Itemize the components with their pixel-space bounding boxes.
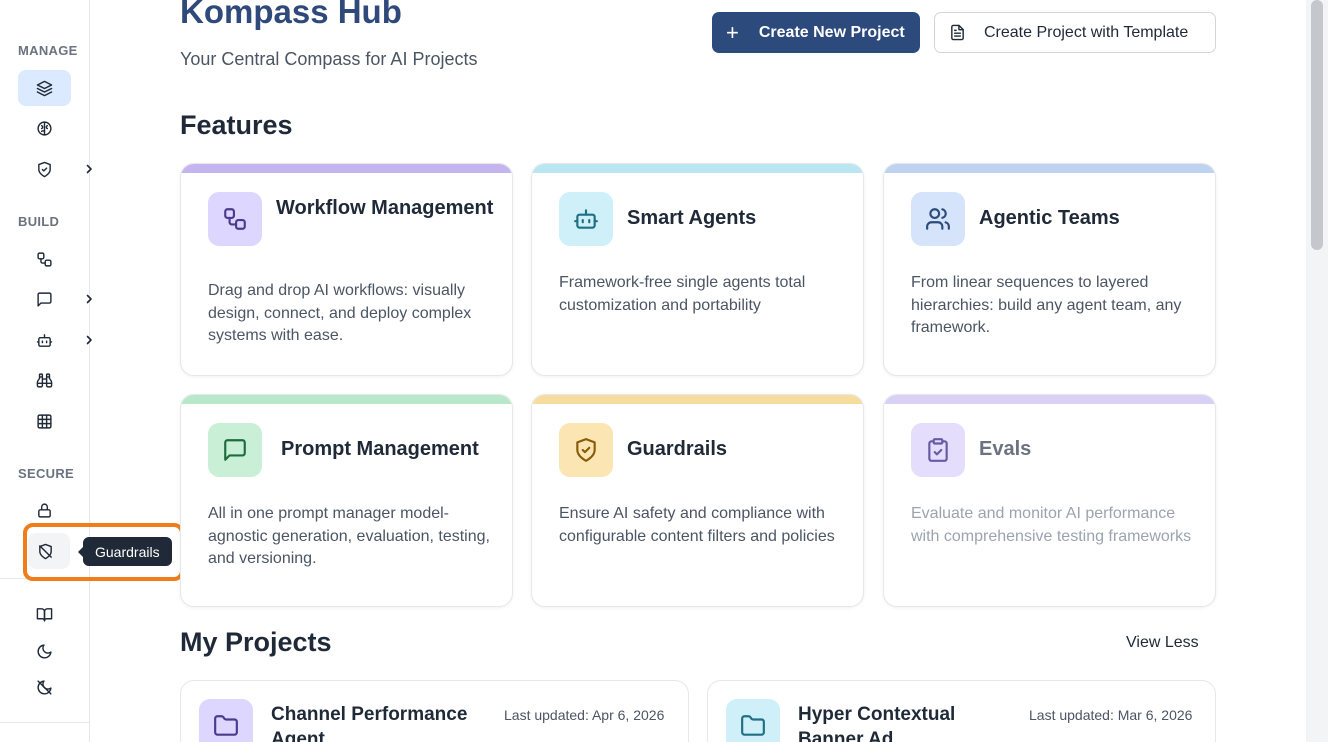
plus-icon: +	[726, 19, 739, 45]
card-title: Prompt Management	[281, 438, 479, 460]
card-accent-bar	[884, 164, 1215, 173]
page-subtitle: Your Central Compass for AI Projects	[180, 49, 478, 69]
layers-icon	[36, 80, 53, 96]
sidebar-item-prompts[interactable]	[18, 281, 92, 317]
table-grid-icon	[37, 413, 52, 429]
project-last-updated: Last updated: Mar 6, 2026	[1029, 707, 1193, 723]
chevron-right-icon	[86, 164, 92, 174]
project-icon-box	[199, 699, 253, 742]
project-last-updated: Last updated: Apr 6, 2026	[504, 707, 665, 723]
card-title: Guardrails	[627, 438, 728, 460]
sidebar-item-datasets[interactable]	[18, 403, 71, 439]
folder-icon	[214, 715, 238, 736]
section-label-manage: MANAGE	[18, 43, 78, 58]
sidebar-item-security-policies[interactable]	[18, 151, 92, 187]
moon-off-icon	[37, 679, 52, 695]
lock-icon	[38, 502, 51, 518]
card-accent-bar	[532, 395, 863, 404]
card-description: Framework-free single agents total custo…	[559, 274, 806, 314]
card-description: All in one prompt manager model-agnostic…	[208, 505, 490, 567]
project-card[interactable]: Channel Performance Agent Last updated: …	[180, 680, 689, 742]
card-icon-box	[911, 423, 965, 477]
create-project-with-template-button[interactable]: Create Project with Template	[934, 12, 1216, 53]
card-description: From linear sequences to layered hierarc…	[911, 274, 1182, 336]
card-title: Evals	[979, 438, 1032, 460]
chevron-right-icon	[86, 335, 92, 345]
project-name: Hyper Contextual Banner Ad	[798, 704, 956, 742]
file-text-icon	[951, 24, 964, 41]
card-icon-box	[911, 192, 965, 246]
card-icon-box	[559, 192, 613, 246]
page-title: Kompass Hub	[180, 0, 402, 30]
card-icon-box	[208, 423, 262, 477]
chevron-right-icon	[86, 294, 92, 304]
message-square-icon	[37, 291, 52, 307]
feature-card-evals[interactable]: Evals Evaluate and monitor AI performanc…	[883, 394, 1216, 607]
card-title: Smart Agents	[627, 207, 757, 229]
users-icon	[926, 208, 950, 230]
shield-check-icon	[576, 438, 596, 462]
features-heading: Features	[180, 110, 293, 140]
feature-card-guardrails[interactable]: Guardrails Ensure AI safety and complian…	[531, 394, 864, 607]
card-accent-bar	[181, 395, 512, 404]
brain-icon	[37, 120, 52, 136]
card-icon-box	[208, 192, 262, 246]
card-description: Drag and drop AI workflows: visually des…	[208, 282, 472, 344]
create-new-project-label: Create New Project	[758, 23, 905, 41]
card-accent-bar	[884, 395, 1215, 404]
feature-card-agentic-teams[interactable]: Agentic Teams From linear sequences to l…	[883, 163, 1216, 376]
sidebar-item-dark-mode[interactable]	[18, 633, 71, 669]
book-open-icon	[36, 607, 53, 622]
bot-icon	[36, 333, 53, 347]
binoculars-icon	[36, 372, 53, 388]
sidebar-item-workflows[interactable]	[18, 241, 71, 277]
feature-card-workflow-management[interactable]: Workflow Management Drag and drop AI wor…	[180, 163, 513, 376]
project-name: Channel Performance Agent	[271, 704, 468, 742]
folder-icon	[741, 715, 765, 736]
bot-icon	[574, 209, 598, 229]
clipboard-check-icon	[928, 438, 948, 462]
create-new-project-button[interactable]: + Create New Project	[712, 12, 920, 53]
project-card[interactable]: Hyper Contextual Banner Ad Last updated:…	[707, 680, 1216, 742]
card-title: Workflow Management	[276, 197, 494, 219]
section-label-build: BUILD	[18, 214, 60, 229]
sidebar-item-docs[interactable]	[18, 596, 71, 632]
shield-check-icon	[38, 161, 51, 177]
card-description: Evaluate and monitor AI performance with…	[911, 505, 1192, 545]
my-projects-heading: My Projects	[180, 627, 332, 657]
section-label-secure: SECURE	[18, 466, 74, 481]
sidebar-item-auto-theme[interactable]	[18, 669, 71, 705]
sidebar: MANAGE BUILD SECURE	[0, 0, 92, 742]
project-icon-box	[726, 699, 780, 742]
feature-card-prompt-management[interactable]: Prompt Management All in one prompt mana…	[180, 394, 513, 607]
sidebar-item-agents[interactable]	[18, 322, 92, 358]
guardrails-tooltip: Guardrails	[78, 537, 172, 566]
card-title: Agentic Teams	[979, 207, 1120, 229]
scrollbar-thumb[interactable]	[1311, 0, 1323, 250]
sidebar-item-models[interactable]	[18, 110, 71, 146]
view-less-link[interactable]: View Less	[1126, 634, 1199, 652]
sidebar-divider-bottom	[0, 722, 90, 723]
message-square-icon	[224, 439, 246, 461]
card-icon-box	[559, 423, 613, 477]
moon-icon	[37, 643, 52, 658]
card-accent-bar	[181, 164, 512, 173]
workflow-icon	[37, 251, 52, 267]
sidebar-item-observability[interactable]	[18, 362, 71, 398]
sidebar-item-projects[interactable]	[18, 70, 71, 106]
workflow-icon	[224, 208, 246, 230]
feature-card-smart-agents[interactable]: Smart Agents Framework-free single agent…	[531, 163, 864, 376]
create-project-with-template-label: Create Project with Template	[984, 23, 1189, 41]
card-description: Ensure AI safety and compliance with con…	[559, 505, 835, 545]
card-accent-bar	[532, 164, 863, 173]
